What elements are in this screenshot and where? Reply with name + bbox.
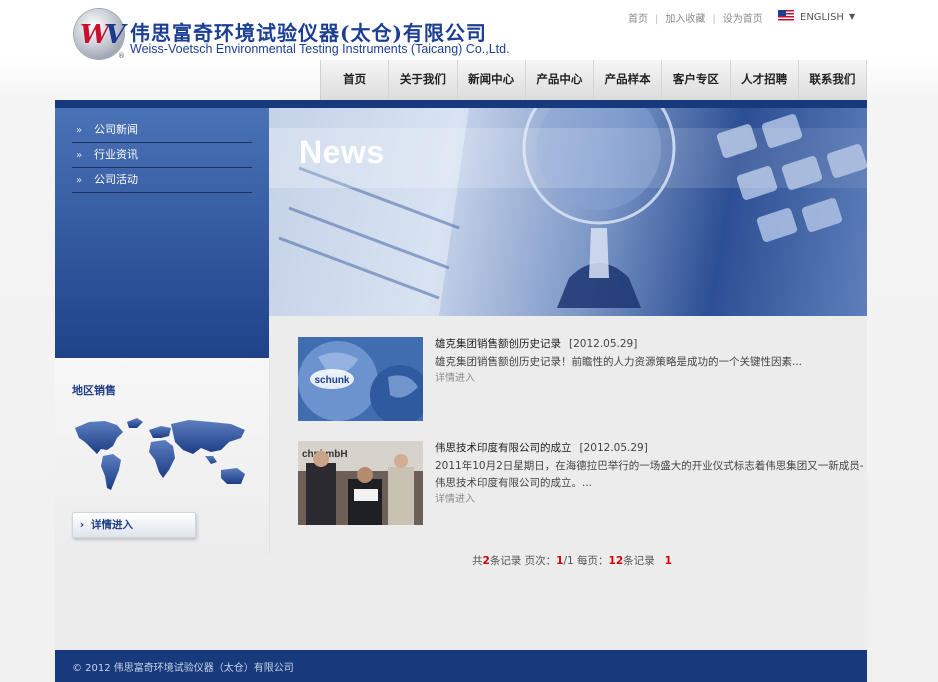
- nav-item-contact[interactable]: 联系我们: [799, 60, 867, 100]
- news-title-row[interactable]: 伟思技术印度有限公司的成立 [2012.05.29]: [435, 441, 867, 455]
- pagination: 共2条记录 页次：1/1 每页：12条记录 1: [472, 553, 672, 568]
- news-thumbnail[interactable]: schunk: [298, 337, 423, 421]
- nav-item-catalog[interactable]: 产品样本: [594, 60, 663, 100]
- pager-text: 条记录 页次：: [489, 555, 557, 567]
- news-title[interactable]: 雄克集团销售额创历史记录: [435, 338, 561, 350]
- sidebar-nav: » 公司新闻 » 行业资讯 » 公司活动: [55, 108, 269, 358]
- nav-item-products[interactable]: 产品中心: [526, 60, 594, 100]
- sidebar-item-label: 公司活动: [94, 173, 138, 186]
- news-summary: 雄克集团销售额创历史记录！前瞻性的人力资源策略是成功的一个关键性因素...: [435, 356, 803, 368]
- pager-text: /1 每页：: [563, 555, 609, 567]
- pager-per-page: 12: [608, 555, 624, 567]
- news-title-row[interactable]: 雄克集团销售额创历史记录 [2012.05.29]: [435, 337, 867, 351]
- language-switcher[interactable]: ENGLISH ▼: [778, 10, 855, 23]
- double-arrow-icon: »: [76, 150, 83, 161]
- regional-sales-title: 地区销售: [72, 384, 116, 397]
- nav-item-home[interactable]: 首页: [321, 60, 390, 100]
- double-arrow-icon: »: [76, 125, 83, 136]
- pager-total-count: 2: [482, 555, 490, 567]
- news-detail-link[interactable]: 详情进入: [435, 371, 867, 387]
- company-name-en: Weiss-Voetsch Environmental Testing Inst…: [130, 42, 510, 56]
- language-label: ENGLISH: [800, 12, 844, 23]
- registered-mark: ®: [118, 52, 125, 60]
- pager-page-link[interactable]: 1: [665, 555, 672, 567]
- sidebar-item-company-events[interactable]: » 公司活动: [72, 168, 252, 193]
- nav-item-about[interactable]: 关于我们: [389, 60, 458, 100]
- news-date: [2012.05.29]: [569, 338, 638, 350]
- toplink-separator: |: [655, 14, 659, 25]
- news-detail-link[interactable]: 详情进入: [435, 492, 867, 508]
- double-arrow-icon: »: [76, 175, 83, 186]
- pager-text: 共: [472, 555, 483, 567]
- regional-sales-panel: 地区销售 › 详情进入: [55, 358, 270, 554]
- sidebar-item-label: 公司新闻: [94, 123, 138, 136]
- footer-copyright: © 2012 伟思富奇环境试验仪器（太仓）有限公司: [72, 663, 294, 674]
- toplink-set-homepage[interactable]: 设为首页: [723, 14, 763, 25]
- news-list-item: schunk 雄克集团销售额创历史记录 [2012.05.29] 雄克集团销售额创…: [298, 337, 868, 421]
- main-nav: 首页 关于我们 新闻中心 产品中心 产品样本 客户专区 人才招聘 联系我们: [320, 60, 867, 100]
- header-divider: [55, 100, 867, 108]
- sidebar-item-industry-news[interactable]: » 行业资讯: [72, 143, 252, 168]
- news-thumbnail[interactable]: chni mbH: [298, 441, 423, 525]
- news-thumbnail-image: chni mbH: [298, 441, 423, 525]
- world-map-icon[interactable]: [71, 416, 253, 498]
- news-thumbnail-image: schunk: [298, 337, 423, 421]
- toplink-separator: |: [712, 14, 716, 25]
- region-detail-label: 详情进入: [91, 519, 133, 531]
- top-links: 首页 | 加入收藏 | 设为首页: [628, 10, 763, 25]
- news-summary: 2011年10月2日星期日，在海德拉巴举行的一场盛大的开业仪式标志着伟思集团又一…: [435, 460, 864, 489]
- footer: © 2012 伟思富奇环境试验仪器（太仓）有限公司: [55, 650, 867, 682]
- toplink-home[interactable]: 首页: [628, 14, 648, 25]
- news-date: [2012.05.29]: [579, 442, 648, 454]
- pager-text: 条记录: [623, 555, 655, 567]
- banner-title: News: [299, 134, 385, 170]
- news-banner: News: [269, 108, 867, 316]
- region-detail-button[interactable]: › 详情进入: [72, 512, 196, 538]
- sidebar-item-company-news[interactable]: » 公司新闻: [72, 118, 252, 143]
- uk-flag-icon: [778, 10, 794, 21]
- nav-item-news[interactable]: 新闻中心: [458, 60, 526, 100]
- company-logo[interactable]: WV: [74, 9, 125, 59]
- chevron-down-icon: ▼: [848, 12, 856, 21]
- sidebar-item-label: 行业资讯: [94, 148, 138, 161]
- news-title[interactable]: 伟思技术印度有限公司的成立: [435, 442, 572, 454]
- news-list-item: chni mbH 伟思技术印度有限公司的成立 [2012.05.29] 2011年…: [298, 441, 868, 525]
- thumbnail-caption: schunk: [314, 375, 349, 386]
- toplink-bookmark[interactable]: 加入收藏: [665, 14, 705, 25]
- nav-item-customers[interactable]: 客户专区: [662, 60, 731, 100]
- chevron-right-icon: ›: [79, 518, 85, 531]
- nav-item-careers[interactable]: 人才招聘: [731, 60, 799, 100]
